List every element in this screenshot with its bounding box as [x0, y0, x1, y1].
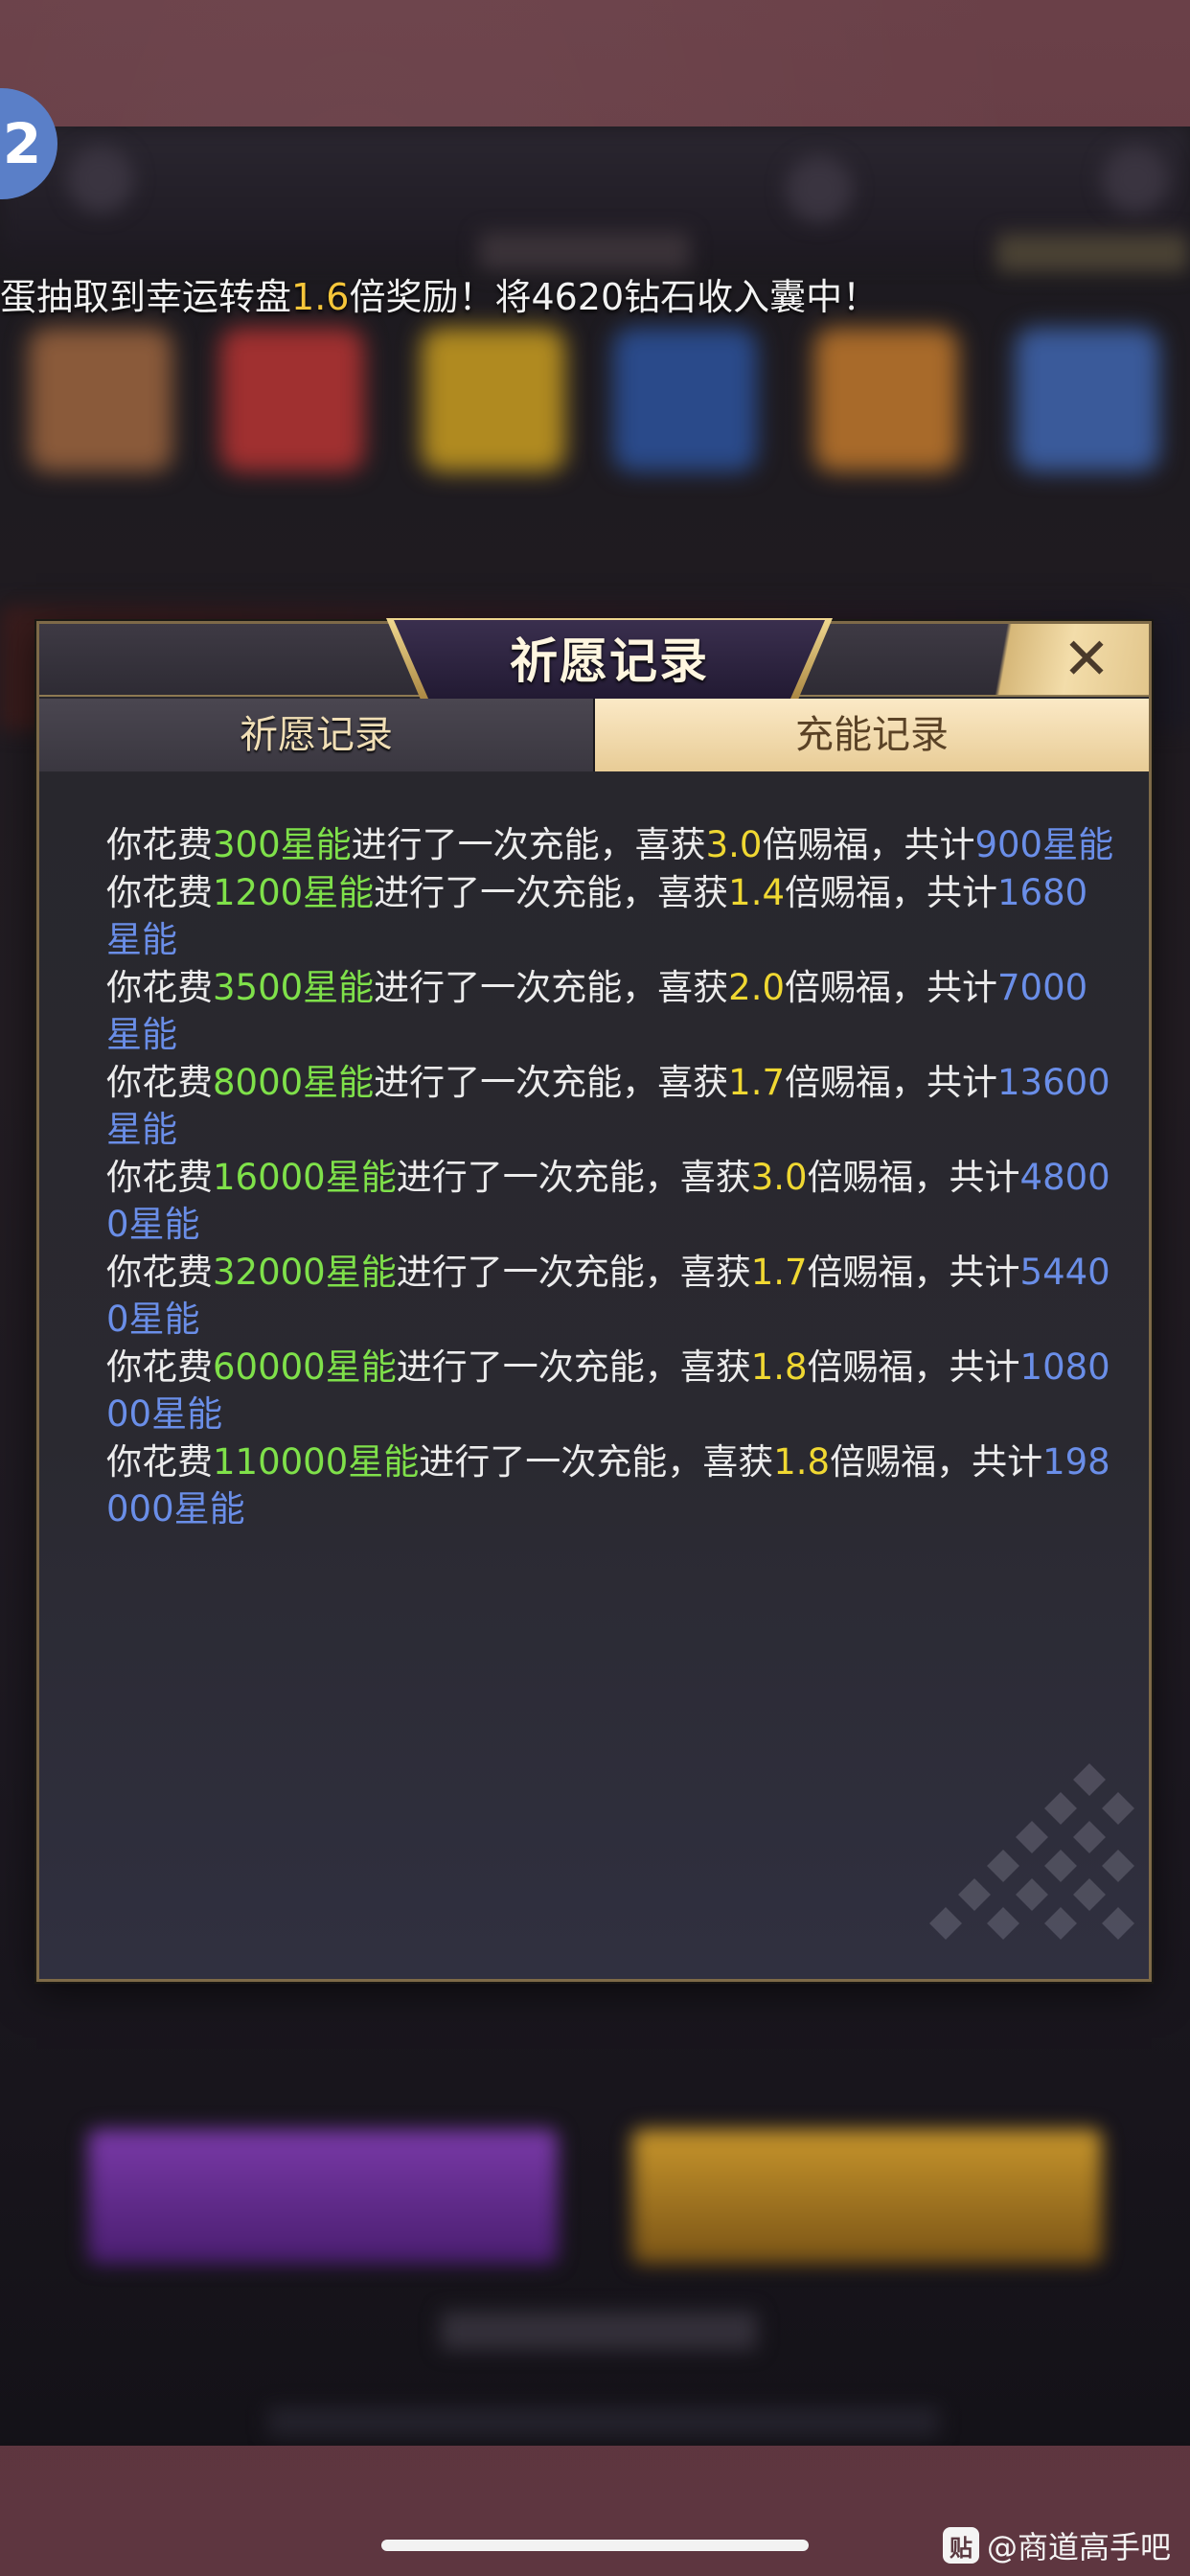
record-item: 你花费300星能进行了一次充能，喜获3.0倍赐福，共计900星能: [106, 821, 1122, 868]
blurred-caption: [441, 2312, 757, 2350]
record-item: 你花费16000星能进行了一次充能，喜获3.0倍赐福，共计48000星能: [106, 1154, 1122, 1248]
tab-charge-records[interactable]: 充能记录: [595, 699, 1149, 771]
record-multiplier: 1.4: [728, 872, 786, 913]
blurred-promo: [479, 232, 690, 270]
record-text: 倍赐福，共计: [785, 967, 998, 1008]
record-text: 进行了一次充能，喜获: [351, 824, 706, 865]
record-text: 进行了一次充能，喜获: [419, 1441, 774, 1483]
record-text: 你花费: [106, 824, 213, 865]
record-text: 你花费: [106, 967, 213, 1008]
record-text: 倍赐福，共计: [762, 824, 975, 865]
record-item: 你花费32000星能进行了一次充能，喜获1.7倍赐福，共计54400星能: [106, 1249, 1122, 1343]
modal-header: 祈愿记录 ✕: [39, 618, 1149, 702]
record-text: 进行了一次充能，喜获: [374, 1062, 729, 1103]
record-multiplier: 1.7: [750, 1252, 808, 1293]
tab-bar: 祈愿记录 充能记录: [39, 699, 1149, 771]
record-item: 你花费110000星能进行了一次充能，喜获1.8倍赐福，共计198000星能: [106, 1438, 1122, 1532]
record-text: 倍赐福，共计: [785, 872, 998, 913]
record-cost: 300星能: [213, 824, 352, 865]
close-icon: ✕: [1062, 626, 1111, 693]
badge-glyph: 2: [2, 111, 42, 176]
record-multiplier: 3.0: [705, 824, 763, 865]
record-cost: 110000星能: [213, 1441, 420, 1483]
record-text: 你花费: [106, 872, 213, 913]
blurred-top-icon: [786, 155, 853, 222]
record-modal: 祈愿记录 ✕ 祈愿记录 充能记录 你花费300星能进行了一次充能，喜获3.0倍赐…: [36, 618, 1152, 1982]
record-cost: 32000星能: [213, 1252, 397, 1293]
record-text: 你花费: [106, 1157, 213, 1198]
record-item: 你花费1200星能进行了一次充能，喜获1.4倍赐福，共计1680星能: [106, 869, 1122, 963]
diamond-pattern-icon: [929, 1763, 1134, 1940]
record-text: 进行了一次充能，喜获: [396, 1346, 751, 1388]
blurred-game-icon: [613, 328, 757, 472]
record-list: 你花费300星能进行了一次充能，喜获3.0倍赐福，共计900星能 你花费1200星…: [106, 821, 1122, 1533]
record-cost: 16000星能: [213, 1157, 397, 1198]
blurred-promo: [996, 234, 1188, 272]
record-cost: 3500星能: [213, 967, 375, 1008]
record-multiplier: 2.0: [728, 967, 786, 1008]
blurred-top-icon: [67, 146, 134, 213]
record-text: 倍赐福，共计: [807, 1252, 1020, 1293]
home-indicator[interactable]: [381, 2540, 809, 2551]
record-multiplier: 1.7: [728, 1062, 786, 1103]
tieba-icon: 贴: [942, 2527, 979, 2564]
announcement-ticker: 蛋抽取到幸运转盘1.6倍奖励！将4620钻石收入囊中！: [0, 270, 879, 324]
record-text: 进行了一次充能，喜获: [374, 872, 729, 913]
record-multiplier: 1.8: [750, 1346, 808, 1388]
modal-title: 祈愿记录: [510, 633, 709, 689]
blurred-caption: [268, 2407, 939, 2436]
blurred-gold-button: [632, 2129, 1102, 2264]
record-text: 进行了一次充能，喜获: [374, 967, 729, 1008]
record-text: 倍赐福，共计: [830, 1441, 1043, 1483]
watermark: 贴 @商道高手吧: [942, 2526, 1171, 2565]
watermark-text: @商道高手吧: [986, 2529, 1171, 2565]
record-text: 进行了一次充能，喜获: [396, 1252, 751, 1293]
record-text: 倍赐福，共计: [807, 1157, 1020, 1198]
tab-wish-records[interactable]: 祈愿记录: [39, 699, 595, 771]
record-text: 倍赐福，共计: [785, 1062, 998, 1103]
ticker-multiplier: 1.6: [291, 276, 350, 318]
record-text: 你花费: [106, 1441, 213, 1483]
record-multiplier: 1.8: [773, 1441, 831, 1483]
blurred-game-icon: [29, 328, 172, 472]
blurred-game-icon: [422, 328, 565, 472]
record-text: 你花费: [106, 1346, 213, 1388]
record-item: 你花费60000星能进行了一次充能，喜获1.8倍赐福，共计108000星能: [106, 1344, 1122, 1438]
record-text: 你花费: [106, 1062, 213, 1103]
blurred-purple-button: [88, 2129, 558, 2264]
record-cost: 60000星能: [213, 1346, 397, 1388]
record-cost: 1200星能: [213, 872, 375, 913]
ticker-pre: 蛋抽取到幸运转盘: [0, 276, 292, 318]
record-item: 你花费8000星能进行了一次充能，喜获1.7倍赐福，共计13600星能: [106, 1059, 1122, 1153]
blurred-top-icon: [1102, 146, 1169, 213]
record-text: 进行了一次充能，喜获: [396, 1157, 751, 1198]
close-button[interactable]: ✕: [1053, 630, 1120, 689]
blurred-game-icon: [814, 328, 958, 472]
record-text: 你花费: [106, 1252, 213, 1293]
blurred-game-icon: [1016, 328, 1159, 472]
record-item: 你花费3500星能进行了一次充能，喜获2.0倍赐福，共计7000星能: [106, 964, 1122, 1058]
record-text: 倍赐福，共计: [807, 1346, 1020, 1388]
ticker-post: 倍奖励！将4620钻石收入囊中！: [349, 276, 880, 318]
record-total: 900星能: [974, 824, 1114, 865]
blurred-game-icon: [220, 328, 364, 472]
record-multiplier: 3.0: [750, 1157, 808, 1198]
record-cost: 8000星能: [213, 1062, 375, 1103]
